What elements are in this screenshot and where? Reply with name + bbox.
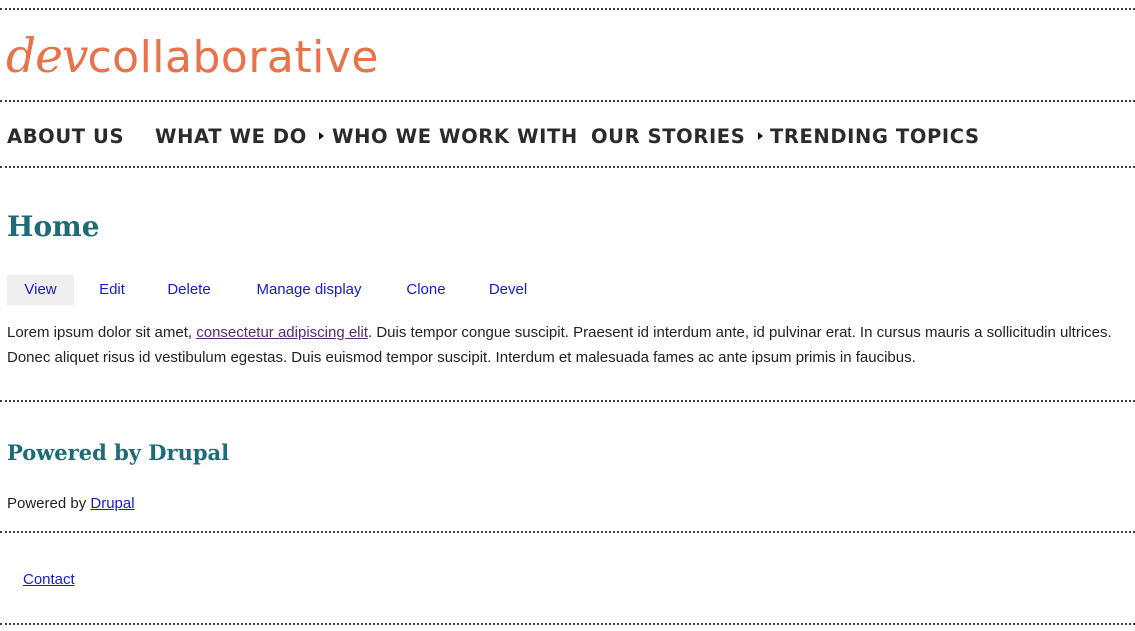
site-logo[interactable]: devcollaborative bbox=[6, 28, 379, 86]
powered-by-text: Powered by Drupal bbox=[7, 495, 135, 512]
powered-by-heading: Powered by Drupal bbox=[7, 440, 230, 465]
nav-item-our-stories[interactable]: OUR STORIES bbox=[591, 125, 745, 148]
nav-item-who-we-work-with[interactable]: WHO WE WORK WITH bbox=[332, 125, 578, 148]
powered-by-prefix: Powered by bbox=[7, 495, 91, 512]
triangle-right-icon bbox=[319, 132, 324, 140]
body-paragraph: Lorem ipsum dolor sit amet, consectetur … bbox=[7, 320, 1122, 370]
triangle-right-icon bbox=[758, 132, 763, 140]
drupal-link[interactable]: Drupal bbox=[90, 495, 134, 512]
block-divider bbox=[0, 531, 1135, 533]
tab-clone[interactable]: Clone bbox=[395, 275, 457, 305]
tab-devel[interactable]: Devel bbox=[477, 275, 539, 305]
tab-delete[interactable]: Delete bbox=[155, 275, 223, 305]
content-divider bbox=[0, 400, 1135, 402]
contact-link[interactable]: Contact bbox=[23, 571, 75, 588]
tab-view[interactable]: View bbox=[7, 275, 74, 305]
nav-item-trending-topics[interactable]: TRENDING TOPICS bbox=[770, 125, 980, 148]
header-divider bbox=[0, 100, 1135, 102]
nav-item-what-we-do[interactable]: WHAT WE DO bbox=[155, 125, 307, 148]
logo-plain-text: collaborative bbox=[87, 32, 379, 83]
site-header: devcollaborative bbox=[0, 10, 1135, 102]
body-inline-link[interactable]: consectetur adipiscing elit bbox=[196, 324, 368, 341]
body-text-start: Lorem ipsum dolor sit amet, bbox=[7, 324, 197, 341]
main-nav: ABOUT US WHAT WE DO WHO WE WORK WITH OUR… bbox=[0, 103, 1135, 166]
nav-item-about-us[interactable]: ABOUT US bbox=[7, 125, 124, 148]
tab-edit[interactable]: Edit bbox=[87, 275, 137, 305]
logo-script-text: dev bbox=[6, 29, 88, 84]
page-title: Home bbox=[7, 210, 100, 243]
nav-divider bbox=[0, 166, 1135, 168]
tab-manage-display[interactable]: Manage display bbox=[245, 275, 373, 305]
footer-divider bbox=[0, 623, 1135, 625]
